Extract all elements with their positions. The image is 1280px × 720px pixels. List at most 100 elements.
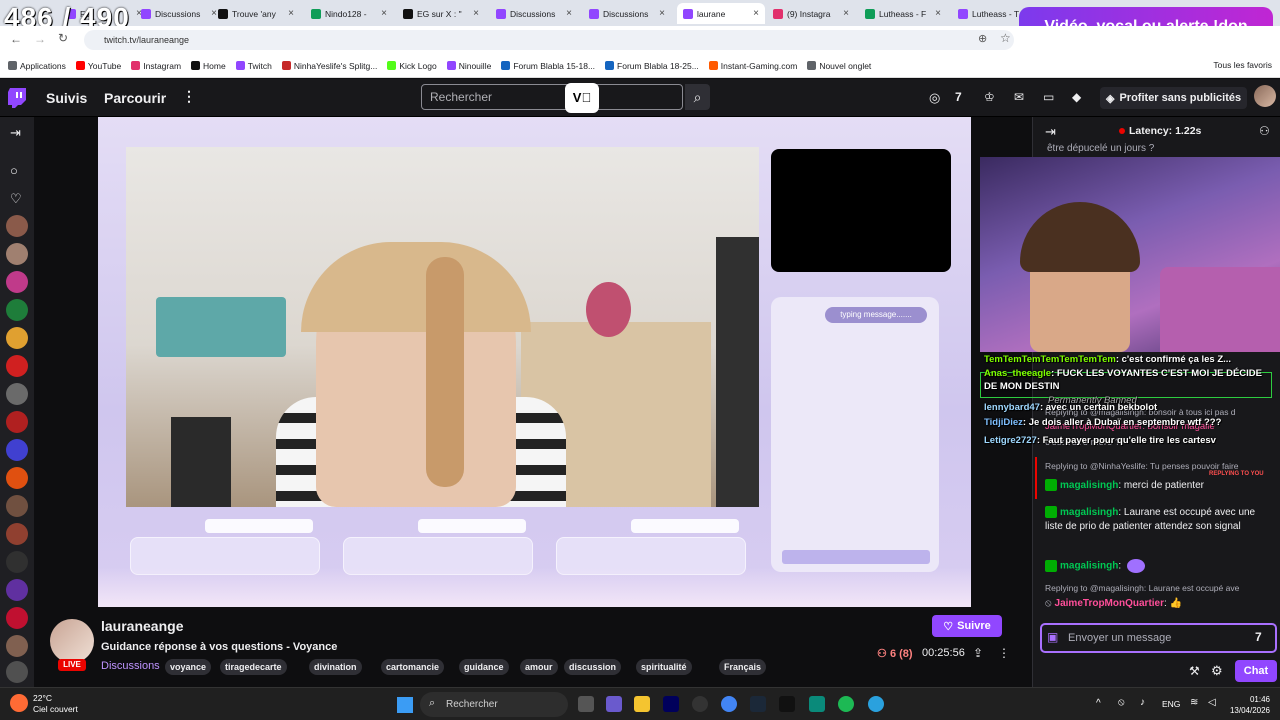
- app-icon[interactable]: [809, 696, 825, 712]
- crown-icon[interactable]: ♔: [984, 90, 995, 104]
- mod-tools-icon[interactable]: ⚒: [1189, 664, 1200, 678]
- tab-close-icon[interactable]: ×: [381, 8, 387, 19]
- tab-close-icon[interactable]: ×: [935, 8, 941, 19]
- spotify-icon[interactable]: [838, 696, 854, 712]
- channel-avatar[interactable]: [50, 619, 94, 663]
- channel-avatar[interactable]: [6, 243, 28, 265]
- search-button[interactable]: ⌕: [685, 84, 710, 110]
- expand-sidebar-icon[interactable]: ⇥: [10, 125, 21, 141]
- url-field[interactable]: twitch.tv/lauraneange: [84, 30, 1014, 50]
- weather-widget[interactable]: 22°C Ciel couvert: [33, 693, 78, 715]
- tab-close-icon[interactable]: ×: [473, 8, 479, 19]
- more-menu-icon[interactable]: ⋮: [182, 88, 196, 105]
- browser-tab[interactable]: Discussions ×: [490, 3, 578, 24]
- premiere-icon[interactable]: [663, 696, 679, 712]
- chrome-icon[interactable]: [721, 696, 737, 712]
- browser-tab[interactable]: Lutheass - F ×: [859, 3, 947, 24]
- channel-avatar[interactable]: [6, 327, 28, 349]
- microphone-icon[interactable]: ♪: [1140, 697, 1145, 708]
- more-options-icon[interactable]: ⋮: [998, 646, 1010, 660]
- tab-close-icon[interactable]: ×: [566, 8, 572, 19]
- channel-avatar[interactable]: [6, 551, 28, 573]
- ad-free-button[interactable]: ◈ Profiter sans publicités: [1100, 87, 1248, 109]
- chat-username[interactable]: JaimeTropMonQuartier: [1055, 598, 1164, 609]
- bookmark-item[interactable]: Ninouille: [446, 61, 491, 71]
- all-bookmarks[interactable]: Tous les favoris: [1213, 60, 1272, 70]
- extension-icon[interactable]: V⃞: [565, 83, 599, 113]
- tiktok-icon[interactable]: [779, 696, 795, 712]
- channel-avatar[interactable]: [6, 411, 28, 433]
- taskbar-clock[interactable]: 01:46 13/04/2026: [1226, 694, 1270, 716]
- bookmark-item[interactable]: Nouvel onglet: [807, 61, 871, 71]
- channel-avatar[interactable]: [6, 383, 28, 405]
- zoom-icon[interactable]: ⊕: [978, 32, 987, 45]
- browser-tab[interactable]: EG sur X : " ×: [397, 3, 485, 24]
- tray-icon[interactable]: ⦸: [1118, 697, 1125, 708]
- channel-avatar[interactable]: [6, 467, 28, 489]
- video-player[interactable]: typing message.......: [98, 117, 971, 607]
- stream-tag[interactable]: tiragedecarte: [220, 659, 287, 675]
- user-avatar[interactable]: [1254, 85, 1276, 107]
- tab-close-icon[interactable]: ×: [753, 8, 759, 19]
- stream-tag[interactable]: spiritualité: [636, 659, 692, 675]
- channel-avatar[interactable]: [6, 579, 28, 601]
- stream-tag[interactable]: discussion: [564, 659, 622, 675]
- stream-tag[interactable]: voyance: [165, 659, 212, 675]
- browser-tab[interactable]: Trouve 'any ×: [212, 3, 300, 24]
- browser-tab[interactable]: laurane ×: [677, 3, 765, 24]
- search-input[interactable]: Rechercher: [421, 84, 683, 110]
- chat-username[interactable]: magalisingh: [1060, 480, 1118, 491]
- following-icon[interactable]: ○: [10, 163, 18, 178]
- stream-category[interactable]: Discussions: [101, 660, 160, 672]
- file-explorer-icon[interactable]: [634, 696, 650, 712]
- channel-avatar[interactable]: [6, 215, 28, 237]
- telegram-icon[interactable]: [868, 696, 884, 712]
- language-indicator[interactable]: ENG: [1162, 699, 1180, 709]
- task-view-icon[interactable]: [578, 696, 594, 712]
- stream-tag[interactable]: divination: [309, 659, 362, 675]
- channel-avatar[interactable]: [6, 271, 28, 293]
- bookmark-item[interactable]: Applications: [8, 61, 66, 71]
- share-icon[interactable]: ⇪: [973, 646, 983, 660]
- bookmark-item[interactable]: Forum Blabla 15-18...: [501, 61, 595, 71]
- channel-name[interactable]: lauraneange: [101, 618, 183, 634]
- volume-icon[interactable]: ◁: [1208, 697, 1216, 708]
- bookmark-item[interactable]: Kick Logo: [387, 61, 437, 71]
- forward-icon[interactable]: →: [34, 32, 46, 46]
- bookmark-item[interactable]: NinhaYeslife's Splitg...: [281, 61, 377, 71]
- back-icon[interactable]: ←: [10, 32, 22, 46]
- channel-avatar[interactable]: [6, 355, 28, 377]
- chat-username[interactable]: magalisingh: [1060, 561, 1118, 572]
- star-icon[interactable]: ☆: [1000, 31, 1011, 45]
- channel-avatar[interactable]: [6, 523, 28, 545]
- stream-tag[interactable]: amour: [520, 659, 558, 675]
- chat-send-button[interactable]: Chat: [1235, 660, 1277, 682]
- users-icon[interactable]: ⚇: [1259, 124, 1270, 138]
- bookmark-item[interactable]: Twitch: [235, 61, 272, 71]
- tab-close-icon[interactable]: ×: [843, 8, 849, 19]
- 7tv-emote-icon[interactable]: 7: [1255, 630, 1262, 644]
- stream-tag[interactable]: cartomancie: [381, 659, 445, 675]
- channel-avatar[interactable]: [6, 661, 28, 683]
- tab-close-icon[interactable]: ×: [659, 8, 665, 19]
- channel-avatar[interactable]: [6, 635, 28, 657]
- tray-chevron-icon[interactable]: ^: [1096, 698, 1101, 709]
- browser-tab[interactable]: Discussions ×: [135, 3, 223, 24]
- inbox-icon[interactable]: ✉: [1014, 90, 1024, 104]
- channel-avatar[interactable]: [6, 607, 28, 629]
- browser-tab[interactable]: Discussions ×: [583, 3, 671, 24]
- nav-browse[interactable]: Parcourir: [104, 90, 166, 106]
- settings-gear-icon[interactable]: ⚙: [1211, 663, 1223, 679]
- app-icon[interactable]: [692, 696, 708, 712]
- bits-icon[interactable]: ◆: [1072, 90, 1081, 104]
- stream-tag[interactable]: Français: [719, 659, 767, 675]
- chat-username[interactable]: magalisingh: [1060, 507, 1118, 518]
- app-icon[interactable]: [606, 696, 622, 712]
- reload-icon[interactable]: ↻: [58, 31, 68, 45]
- browser-tab[interactable]: Nindo128 - ×: [305, 3, 393, 24]
- whispers-icon[interactable]: ▭: [1043, 90, 1054, 104]
- heart-icon[interactable]: ♡: [10, 191, 22, 207]
- bookmark-item[interactable]: Home: [191, 61, 226, 71]
- taskbar-search[interactable]: Rechercher: [420, 692, 568, 717]
- bookmark-item[interactable]: Instagram: [131, 61, 181, 71]
